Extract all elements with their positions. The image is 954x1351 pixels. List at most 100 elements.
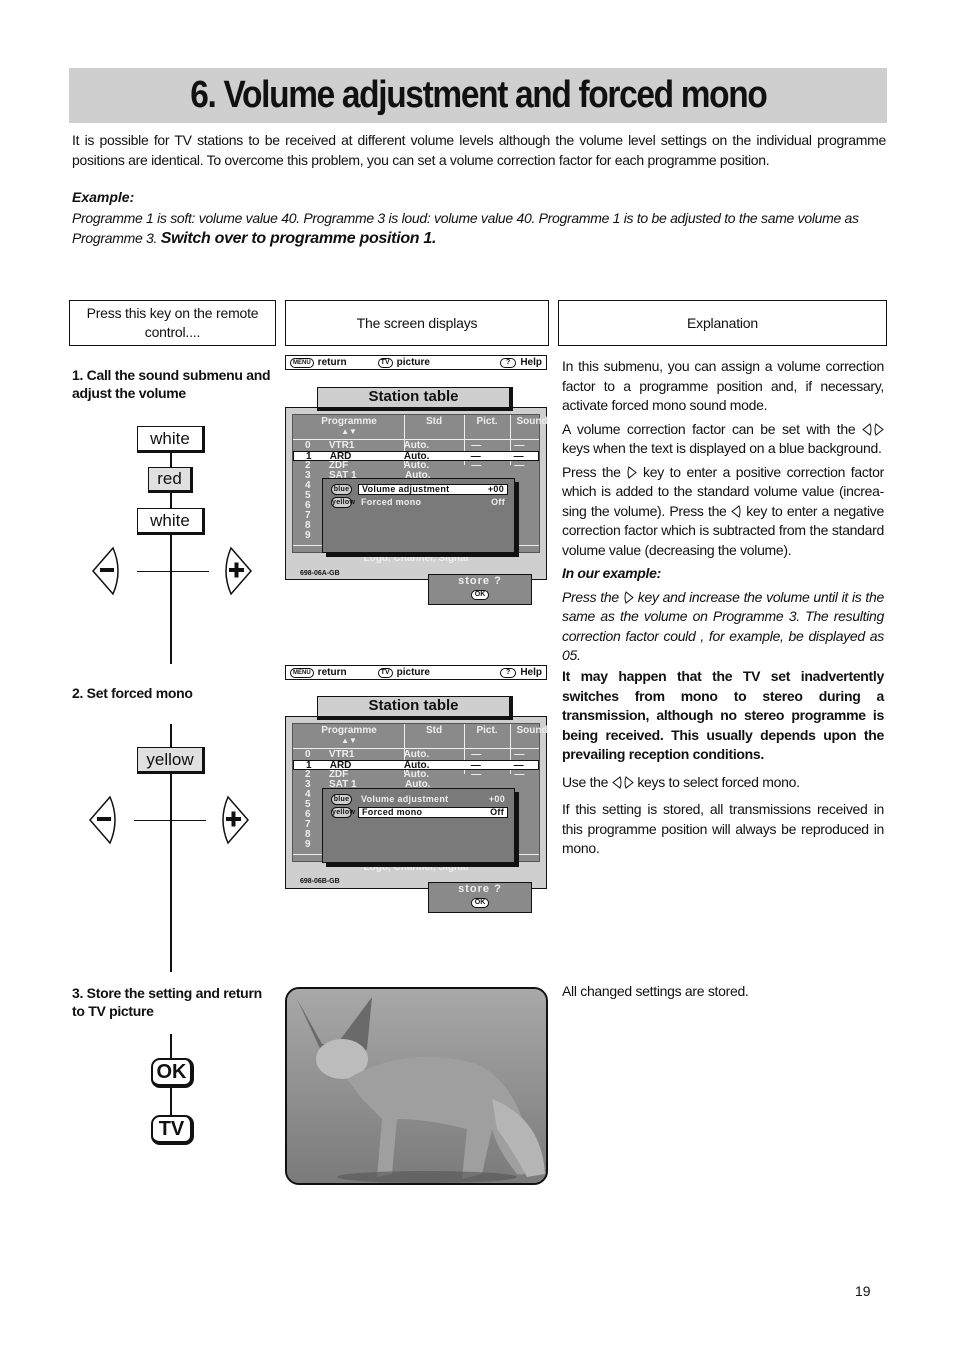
store-prompt: store ? OK xyxy=(428,882,532,913)
left-arrow-key-icon xyxy=(862,422,872,436)
col-std-label: Std xyxy=(425,416,443,427)
intro-paragraph: It is possible for TV stations to be rec… xyxy=(72,132,886,168)
forced-mono-row[interactable]: yellow Forced mono Off xyxy=(331,496,508,508)
osd-screen-1: MENU return TV picture ? Help Programme ▲… xyxy=(285,355,548,607)
sort-arrows-icon: ▲▼ xyxy=(341,427,357,436)
station-table-screen: Programme ▲▼ Std Pict. Sound 0 VTR1 Auto. — —… xyxy=(285,716,548,889)
explanation-step-2: It may happen that the TV set inadverten… xyxy=(562,667,884,863)
step-2-label: 2. Set forced mono xyxy=(72,685,193,701)
right-arrow-key-icon xyxy=(874,422,884,436)
ok-key[interactable]: OK xyxy=(151,1058,194,1088)
osd-screen-2: MENU return TV picture ? Help Programme ▲… xyxy=(285,665,548,917)
column-header-screen: The screen displays xyxy=(285,300,549,346)
col-sound-label: Sound xyxy=(516,725,548,736)
example-emphasis: Switch over to programme position 1. xyxy=(160,230,437,247)
picture-label: picture xyxy=(396,357,430,368)
connector-line xyxy=(170,426,172,664)
plus-key-icon[interactable] xyxy=(216,795,250,845)
white-key[interactable]: white xyxy=(137,426,205,453)
store-prompt: store ? OK xyxy=(428,574,532,605)
example-paragraph: Programme 1 is soft: volume value 40. Pr… xyxy=(72,208,886,249)
store-label: store ? xyxy=(458,575,502,587)
explanation-text: Press the key to enter a positive correc… xyxy=(562,463,884,558)
station-table-title: Station table xyxy=(317,387,513,411)
forced-mono-row[interactable]: yellow Forced mono Off xyxy=(331,806,508,818)
left-arrow-key-icon xyxy=(731,504,741,518)
blue-key-icon: blue xyxy=(331,483,352,495)
explanation-text: A volume correction factor can be set wi… xyxy=(562,420,884,459)
white-key-2[interactable]: white xyxy=(137,508,205,535)
example-heading: Example: xyxy=(72,189,135,205)
tv-button-icon: TV xyxy=(377,357,393,368)
col-sound: Sound xyxy=(512,726,552,736)
right-arrow-key-icon xyxy=(624,590,634,604)
col-programme-label: Programme xyxy=(321,416,377,427)
col-programme-label: Programme xyxy=(321,725,377,736)
connector-hline xyxy=(137,571,209,572)
col-programme: Programme ▲▼ xyxy=(295,417,403,437)
return-label: return xyxy=(317,667,347,678)
page-title-bar: 6. Volume adjustment and forced mono xyxy=(69,68,887,123)
return-label: return xyxy=(317,357,347,368)
col-pict: Pict. xyxy=(465,417,509,427)
picture-label: picture xyxy=(396,667,430,678)
col-programme: Programme ▲▼ xyxy=(295,726,403,746)
plus-key-icon[interactable] xyxy=(219,546,253,596)
page-title: 6. Volume adjustment and forced mono xyxy=(189,74,767,116)
minus-key-icon[interactable] xyxy=(88,795,122,845)
page-number: 19 xyxy=(855,1283,871,1299)
connector-hline xyxy=(134,820,206,821)
yellow-key[interactable]: yellow xyxy=(137,747,205,774)
explanation-step-3: All changed settings are stored. xyxy=(562,983,749,999)
red-key[interactable]: red xyxy=(148,467,193,493)
menu-button-icon: MENU xyxy=(290,667,314,678)
col-std: Std xyxy=(406,726,462,736)
column-header-press-key: Press this key on the remote control.... xyxy=(69,300,276,346)
osd-footer: Logo, Channel, Signal xyxy=(363,553,469,564)
example-subheading: In our example: xyxy=(562,565,661,581)
volume-adjustment-row[interactable]: blue Volume adjustment +00 xyxy=(331,793,508,805)
blue-key-icon: blue xyxy=(331,793,352,805)
explanation-text: Press the key and increase the volume un… xyxy=(562,588,884,664)
tv-button-icon: TV xyxy=(377,667,393,678)
store-label: store ? xyxy=(458,883,502,895)
osd-top-bar: MENU return TV picture ? Help xyxy=(285,665,547,680)
col-pict-label: Pict. xyxy=(476,725,498,736)
step-3-label: 3. Store the setting and return to TV pi… xyxy=(72,985,262,1019)
station-row[interactable]: 0 VTR1 Auto. — — xyxy=(293,750,539,760)
column-header-explanation: Explanation xyxy=(558,300,887,346)
menu-button-icon: MENU xyxy=(290,357,314,368)
screen-code: 698-06B-GB xyxy=(300,878,340,885)
ok-button-icon: OK xyxy=(470,898,490,908)
col-pict: Pict. xyxy=(465,726,509,736)
sound-submenu-popup: blue Volume adjustment +00 yellow Forced mo… xyxy=(322,478,515,553)
explanation-text: In this submenu, you can assign a volume… xyxy=(562,358,884,413)
explanation-text: Use the keys to select forced mono. xyxy=(562,773,800,790)
tv-picture-fennec-fox xyxy=(285,987,548,1185)
help-button-icon: ? xyxy=(500,357,517,368)
osd-top-bar: MENU return TV picture ? Help xyxy=(285,355,547,370)
tv-key[interactable]: TV xyxy=(151,1115,194,1145)
help-label: Help xyxy=(520,667,542,678)
help-label: Help xyxy=(520,357,542,368)
ok-button-icon: OK xyxy=(470,590,490,600)
volume-adjustment-row[interactable]: blue Volume adjustment +00 xyxy=(331,483,508,495)
station-table-title: Station table xyxy=(317,696,513,720)
explanation-bold-text: It may happen that the TV set inadverten… xyxy=(562,668,884,762)
sound-submenu-popup: blue Volume adjustment +00 yellow Forced mo… xyxy=(322,788,515,863)
station-row[interactable]: 0 VTR1 Auto. — — xyxy=(293,441,539,451)
left-arrow-key-icon xyxy=(611,775,622,789)
col-pict-label: Pict. xyxy=(476,416,498,427)
explanation-step-1: In this submenu, you can assign a volume… xyxy=(562,357,884,670)
yellow-key-icon: yellow xyxy=(331,496,356,508)
minus-key-icon[interactable] xyxy=(91,546,125,596)
col-std: Std xyxy=(406,417,462,427)
col-sound-label: Sound xyxy=(516,416,548,427)
col-sound: Sound xyxy=(512,417,552,427)
help-button-icon: ? xyxy=(500,667,517,678)
yellow-key-icon: yellow xyxy=(331,806,356,818)
sort-arrows-icon: ▲▼ xyxy=(341,736,357,745)
station-table-screen: Programme ▲▼ Std Pict. Sound 0 VTR1 Auto. — —… xyxy=(285,407,548,580)
explanation-text: If this setting is stored, all transmiss… xyxy=(562,801,884,856)
right-arrow-key-icon xyxy=(624,775,634,789)
